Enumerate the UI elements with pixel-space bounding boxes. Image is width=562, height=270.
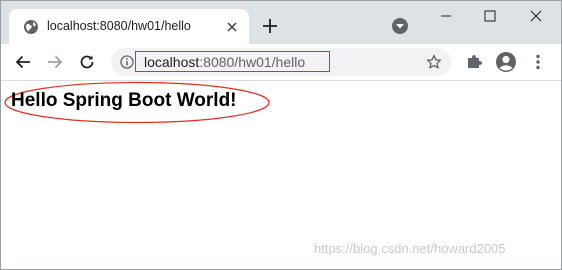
toolbar: localhost:8080/hw01/hello — [1, 44, 561, 81]
minimize-button[interactable] — [423, 1, 469, 31]
reload-icon[interactable] — [77, 52, 97, 72]
window-close-button[interactable] — [513, 1, 559, 31]
maximize-button[interactable] — [467, 1, 513, 31]
url-highlight-box: localhost:8080/hw01/hello — [135, 51, 330, 72]
url-host: localhost — [144, 54, 200, 70]
address-bar[interactable]: localhost:8080/hw01/hello — [111, 48, 451, 76]
page-heading: Hello Spring Boot World! — [11, 90, 237, 111]
star-icon[interactable] — [426, 54, 442, 70]
puzzle-icon[interactable] — [464, 52, 484, 72]
page-content: Hello Spring Boot World! https://blog.cs… — [1, 81, 561, 269]
tab-strip: localhost:8080/hw01/hello — [1, 1, 561, 44]
url-field[interactable]: localhost:8080/hw01/hello — [144, 54, 305, 70]
arrow-right-icon[interactable] — [45, 52, 65, 72]
plus-icon[interactable] — [259, 15, 281, 37]
tab-active[interactable]: localhost:8080/hw01/hello — [9, 9, 249, 44]
chevron-down-circle-icon[interactable] — [390, 16, 410, 36]
minimize-icon — [441, 15, 451, 17]
globe-icon — [23, 19, 39, 35]
kebab-menu-icon[interactable] — [528, 52, 548, 72]
url-path: :8080/hw01/hello — [199, 54, 306, 70]
close-icon[interactable] — [224, 19, 240, 35]
watermark: https://blog.csdn.net/howard2005 — [314, 241, 506, 256]
info-icon[interactable] — [120, 55, 134, 69]
tab-title: localhost:8080/hw01/hello — [47, 19, 191, 33]
arrow-left-icon[interactable] — [13, 52, 33, 72]
account-icon[interactable] — [494, 50, 518, 74]
close-icon — [530, 10, 542, 22]
maximize-icon — [484, 10, 496, 22]
browser-window: localhost:8080/hw01/hello localhost:8080… — [0, 0, 562, 270]
